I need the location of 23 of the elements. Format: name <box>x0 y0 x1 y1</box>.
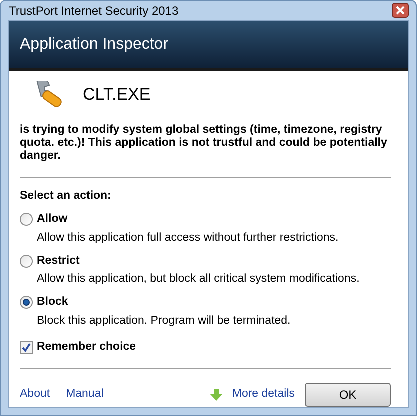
option-label: Block <box>37 295 68 310</box>
option-label: Restrict <box>37 254 80 269</box>
arrow-down-icon <box>210 389 224 401</box>
footer-link[interactable]: About <box>20 386 50 404</box>
ok-button[interactable]: OK <box>305 383 391 407</box>
warning-message: is trying to modify system global settings (time, timezone, registry quota. etc.)! This application is not trustful and could be potentially danger. <box>20 124 388 163</box>
option-description: Allow this application, but block all critical system modifications. <box>36 272 361 287</box>
radio-button[interactable] <box>20 254 33 268</box>
action-heading: Select an action: <box>20 189 112 204</box>
checkbox[interactable] <box>20 340 33 354</box>
window-title: TrustPort Internet Security 2013 <box>8 2 179 20</box>
option-description: Allow this application full access without further restrictions. <box>36 230 340 246</box>
close-icon <box>396 6 405 15</box>
application-name: CLT.EXE <box>83 84 151 106</box>
radio-button[interactable] <box>20 213 33 226</box>
option-description: Block this application. Program will be terminated. <box>36 314 292 328</box>
footer-link[interactable]: Manual <box>66 386 104 404</box>
radio-button[interactable] <box>20 296 33 310</box>
more-details-link[interactable]: More details <box>232 386 295 404</box>
remember-checkbox[interactable]: Remember choice <box>20 338 397 356</box>
header-title: Application Inspector <box>20 34 169 54</box>
close-button[interactable] <box>392 3 409 18</box>
option-label: Allow <box>37 212 68 228</box>
